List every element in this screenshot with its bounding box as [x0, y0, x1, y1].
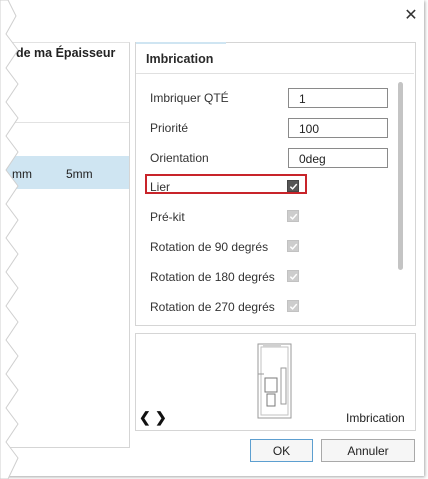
checkmark-icon — [289, 213, 297, 220]
priority-input[interactable]: 100 — [288, 118, 388, 138]
orientation-label: Orientation — [150, 151, 209, 165]
close-icon[interactable]: ✕ — [400, 4, 422, 26]
rotation-90-checkbox[interactable] — [287, 240, 299, 252]
thickness-column-header: de ma Épaisseur — [16, 46, 116, 60]
link-highlight-box — [145, 174, 307, 194]
cancel-button[interactable]: Annuler — [321, 439, 415, 462]
prekit-checkbox[interactable] — [287, 210, 299, 222]
orientation-input[interactable]: 0deg — [288, 148, 388, 168]
divider — [136, 73, 414, 74]
prekit-label: Pré-kit — [150, 210, 185, 224]
rotation-180-checkbox[interactable] — [287, 270, 299, 282]
previous-arrow-icon[interactable]: ❮ — [139, 409, 151, 426]
rotation-180-label: Rotation de 180 degrés — [150, 270, 275, 284]
imbrication-title: Imbrication — [146, 52, 214, 66]
nest-qty-input[interactable]: 1 — [288, 88, 388, 108]
thickness-cell: 5mm — [66, 167, 93, 181]
checkmark-icon — [289, 303, 297, 310]
checkmark-icon — [289, 273, 297, 280]
tab-accent — [136, 42, 226, 44]
nest-qty-label: Imbriquer QTÉ — [150, 91, 229, 105]
rotation-90-label: Rotation de 90 degrés — [150, 240, 269, 254]
torn-edge — [0, 0, 19, 479]
ok-button[interactable]: OK — [250, 439, 313, 462]
preview-label: Imbrication — [346, 411, 405, 425]
priority-label: Priorité — [150, 121, 189, 135]
panel-scrollbar[interactable] — [398, 82, 403, 270]
dialog-window: ✕ de ma Épaisseur mm 5mm Imbrication Imb… — [0, 0, 424, 476]
rotation-270-checkbox[interactable] — [287, 300, 299, 312]
checkmark-icon — [289, 243, 297, 250]
next-arrow-icon[interactable]: ❯ — [155, 409, 167, 426]
rotation-270-label: Rotation de 270 degrés — [150, 300, 275, 314]
